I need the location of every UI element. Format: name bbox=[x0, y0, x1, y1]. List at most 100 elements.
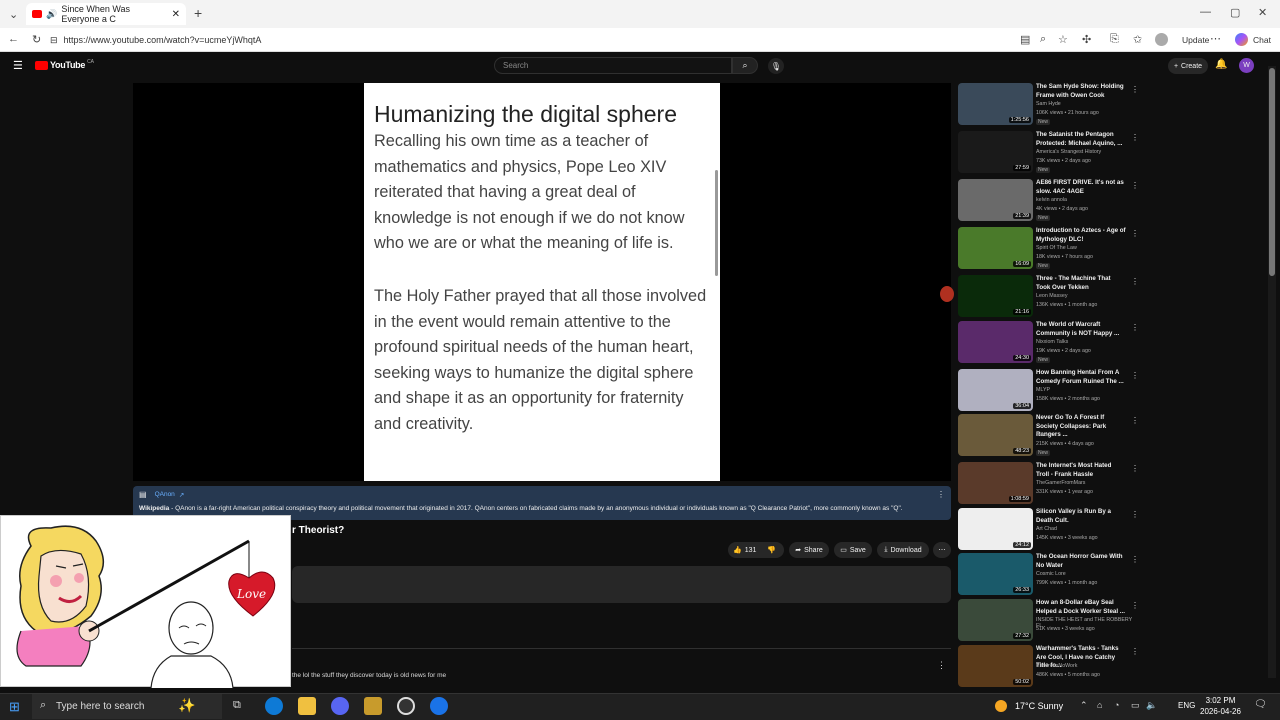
copilot-icon[interactable] bbox=[1235, 33, 1248, 46]
recommendation-item[interactable]: 27:32 How an 8-Dollar eBay Seal Helped a … bbox=[958, 599, 1139, 643]
save-button[interactable]: ▭ Save bbox=[834, 542, 872, 558]
recommendation-more-icon[interactable]: ⋮ bbox=[1131, 510, 1139, 519]
menu-icon[interactable]: ☰ bbox=[13, 59, 23, 72]
search-highlight-icon[interactable]: ✨ bbox=[178, 697, 195, 714]
recommendation-channel[interactable]: kelvin annola bbox=[1036, 197, 1067, 203]
recommendation-more-icon[interactable]: ⋮ bbox=[1131, 555, 1139, 564]
back-icon[interactable]: ← bbox=[8, 33, 19, 45]
search-button[interactable]: ⌕ bbox=[732, 57, 758, 74]
app-icon[interactable] bbox=[397, 697, 415, 715]
info-more-icon[interactable]: ⋮ bbox=[937, 490, 945, 499]
recommendation-item[interactable]: 24:12 Silicon Valley is Run By a Death Cu… bbox=[958, 508, 1139, 552]
update-button[interactable]: Update bbox=[1182, 35, 1209, 45]
recommendation-item[interactable]: 48:23 Never Go To A Forest If Society Col… bbox=[958, 414, 1139, 458]
clock[interactable]: 3:02 PM 2026-04-26 bbox=[1200, 695, 1241, 717]
recommendation-channel[interactable]: Nixxiom Talks bbox=[1036, 339, 1068, 345]
recommendation-title[interactable]: The Satanist the Pentagon Protected: Mic… bbox=[1036, 131, 1126, 148]
file-explorer-icon[interactable] bbox=[298, 697, 316, 715]
recommendation-thumbnail[interactable]: 1:08:59 bbox=[958, 462, 1033, 504]
tab-list-icon[interactable]: ⌄ bbox=[9, 8, 18, 21]
chat-button[interactable]: Chat bbox=[1253, 35, 1271, 45]
recommendation-more-icon[interactable]: ⋮ bbox=[1131, 647, 1139, 656]
recommendation-thumbnail[interactable]: 16:09 bbox=[958, 227, 1033, 269]
browser-app-icon[interactable] bbox=[430, 697, 448, 715]
weather-text[interactable]: 17°C Sunny bbox=[1015, 701, 1063, 711]
recommendation-item[interactable]: 50:02 Warhammer's Tanks - Tanks Are Cool,… bbox=[958, 645, 1139, 689]
recommendation-channel[interactable]: TheGamerFromMars bbox=[1036, 480, 1085, 486]
recommendation-more-icon[interactable]: ⋮ bbox=[1131, 416, 1139, 425]
voice-search-icon[interactable]: 🎙 bbox=[768, 58, 784, 74]
site-info-icon[interactable]: ⊟ bbox=[50, 35, 58, 46]
browser-tab[interactable]: 🔊 Since When Was Everyone a C ✕ bbox=[26, 3, 186, 25]
discord-icon[interactable] bbox=[331, 697, 349, 715]
start-icon[interactable]: ⊞ bbox=[9, 699, 20, 715]
recommendation-more-icon[interactable]: ⋮ bbox=[1131, 323, 1139, 332]
share-button[interactable]: ➦ Share bbox=[789, 542, 829, 558]
reader-icon[interactable]: ▤ bbox=[1020, 33, 1030, 46]
collections-icon[interactable]: ⎘ bbox=[1110, 33, 1119, 46]
recommendation-thumbnail[interactable]: 50:02 bbox=[958, 645, 1033, 687]
close-tab-icon[interactable]: ✕ bbox=[172, 9, 180, 20]
tray-chevron-icon[interactable]: ⌃ bbox=[1080, 700, 1088, 711]
speaker-icon[interactable]: 🔊 bbox=[46, 9, 57, 20]
recommendation-channel[interactable]: Spirit Of The Law bbox=[1036, 245, 1077, 251]
recommendation-item[interactable]: 16:09 Introduction to Aztecs - Age of Myt… bbox=[958, 227, 1139, 271]
progress-marker[interactable] bbox=[940, 286, 954, 302]
like-dislike-group[interactable]: 👍 131 👎 bbox=[728, 542, 784, 558]
minimize-icon[interactable]: — bbox=[1200, 6, 1211, 18]
recommendation-channel[interactable]: Sam Hyde bbox=[1036, 101, 1061, 107]
recommendation-thumbnail[interactable]: 27:59 bbox=[958, 131, 1033, 173]
recommendation-title[interactable]: Three - The Machine That Took Over Tekke… bbox=[1036, 275, 1126, 292]
youtube-logo[interactable]: YouTube CA bbox=[35, 59, 94, 70]
weather-sun-icon[interactable] bbox=[995, 700, 1007, 712]
zoom-icon[interactable]: ⌕ bbox=[1040, 33, 1046, 46]
recommendation-thumbnail[interactable]: 24:30 bbox=[958, 321, 1033, 363]
favorites-icon[interactable]: ✩ bbox=[1133, 33, 1142, 46]
recommendation-channel[interactable]: America's Strangest History bbox=[1036, 149, 1101, 155]
sound-icon[interactable]: 🔈 bbox=[1146, 700, 1157, 711]
like-icon[interactable]: 👍 bbox=[733, 546, 742, 554]
more-menu-icon[interactable]: ⋯ bbox=[1210, 32, 1221, 45]
recommendation-thumbnail[interactable]: 48:23 bbox=[958, 414, 1033, 456]
recommendation-title[interactable]: Introduction to Aztecs - Age of Mytholog… bbox=[1036, 227, 1126, 244]
recommendation-title[interactable]: The Ocean Horror Game With No Water bbox=[1036, 553, 1126, 570]
refresh-icon[interactable]: ↻ bbox=[32, 33, 41, 46]
recommendation-item[interactable]: 24:30 The World of Warcraft Community is … bbox=[958, 321, 1139, 365]
notifications-bell-icon[interactable]: 🔔 bbox=[1215, 59, 1227, 70]
recommendation-more-icon[interactable]: ⋮ bbox=[1131, 181, 1139, 190]
recommendation-item[interactable]: 21:39 AE86 FIRST DRIVE. It's not as slow.… bbox=[958, 179, 1139, 223]
recommendation-thumbnail[interactable]: 21:39 bbox=[958, 179, 1033, 221]
create-button[interactable]: + Create bbox=[1168, 58, 1208, 74]
recommendation-title[interactable]: Silicon Valley is Run By a Death Cult. bbox=[1036, 508, 1126, 525]
maximize-icon[interactable]: ▢ bbox=[1230, 6, 1240, 19]
more-actions-button[interactable]: ⋯ bbox=[933, 542, 951, 558]
recommendation-more-icon[interactable]: ⋮ bbox=[1131, 85, 1139, 94]
recommendation-channel[interactable]: Leon Massey bbox=[1036, 293, 1068, 299]
recommendation-channel[interactable]: Art Chad bbox=[1036, 526, 1057, 532]
task-view-icon[interactable]: ⧉ bbox=[233, 699, 241, 712]
page-scrollbar-thumb[interactable] bbox=[1269, 68, 1275, 276]
recommendation-item[interactable]: 27:59 The Satanist the Pentagon Protected… bbox=[958, 131, 1139, 175]
recommendation-more-icon[interactable]: ⋮ bbox=[1131, 464, 1139, 473]
recommendation-title[interactable]: How Banning Hentai From A Comedy Forum R… bbox=[1036, 369, 1126, 386]
recommendation-channel[interactable]: PancreasNoWork bbox=[1036, 663, 1077, 669]
avatar[interactable]: W bbox=[1239, 58, 1254, 73]
recommendation-item[interactable]: 1:25:56 The Sam Hyde Show: Holding Frame … bbox=[958, 83, 1139, 127]
recommendation-more-icon[interactable]: ⋮ bbox=[1131, 133, 1139, 142]
recommendation-thumbnail[interactable]: 24:12 bbox=[958, 508, 1033, 550]
dislike-icon[interactable]: 👎 bbox=[767, 546, 776, 554]
extensions-icon[interactable]: ✣ bbox=[1082, 33, 1091, 46]
recommendation-thumbnail[interactable]: 36:04 bbox=[958, 369, 1033, 411]
recommendation-channel[interactable]: Cosmic Lore bbox=[1036, 571, 1066, 577]
close-window-icon[interactable]: ✕ bbox=[1258, 6, 1267, 19]
recommendation-item[interactable]: 1:08:59 The Internet's Most Hated Troll -… bbox=[958, 462, 1139, 506]
recommendation-item[interactable]: 26:33 The Ocean Horror Game With No Water… bbox=[958, 553, 1139, 597]
recommendation-thumbnail[interactable]: 26:33 bbox=[958, 553, 1033, 595]
recommendation-item[interactable]: 21:16 Three - The Machine That Took Over … bbox=[958, 275, 1139, 319]
recommendation-more-icon[interactable]: ⋮ bbox=[1131, 277, 1139, 286]
comment-more-icon[interactable]: ⋮ bbox=[937, 660, 946, 671]
recommendation-title[interactable]: How an 8-Dollar eBay Seal Helped a Dock … bbox=[1036, 599, 1126, 616]
battery-icon[interactable]: ▭ bbox=[1131, 700, 1140, 711]
recommendation-title[interactable]: The Internet's Most Hated Troll - Frank … bbox=[1036, 462, 1126, 479]
favorite-star-icon[interactable]: ☆ bbox=[1058, 33, 1068, 46]
